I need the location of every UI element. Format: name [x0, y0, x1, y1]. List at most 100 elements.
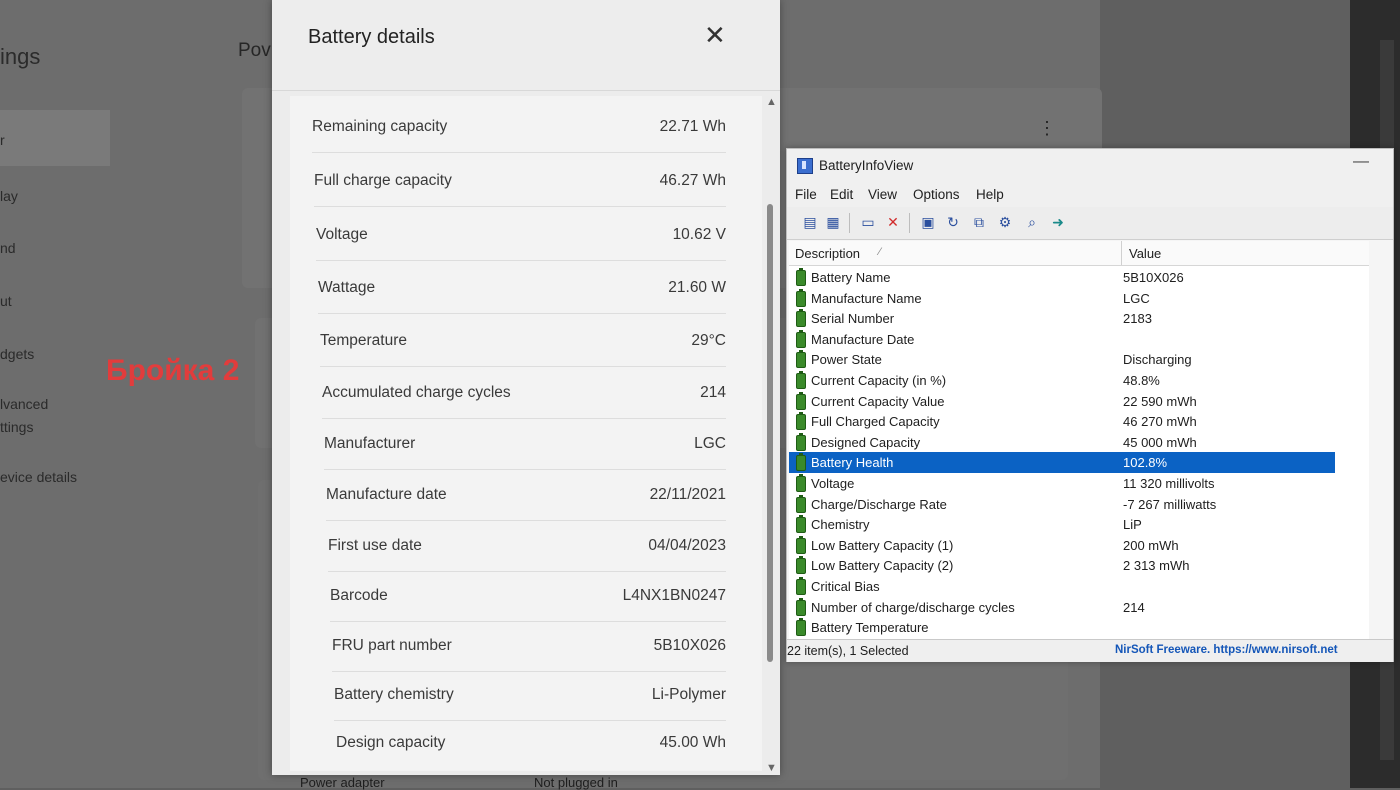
delete-icon[interactable]: ✕: [884, 213, 902, 231]
table-row[interactable]: Current Capacity Value 22 590 mWh: [789, 391, 1335, 412]
table-header: Description ⁄ Value: [789, 241, 1369, 266]
table-row[interactable]: Critical Bias: [789, 576, 1335, 597]
table-row[interactable]: Battery Name 5B10X026: [789, 267, 1335, 288]
html-report-icon[interactable]: ▭: [859, 213, 877, 231]
options-icon[interactable]: ⚙: [996, 213, 1014, 231]
row-value: 5B10X026: [1123, 270, 1184, 285]
table-row[interactable]: Chemistry LiP: [789, 514, 1335, 535]
menu-help[interactable]: Help: [976, 187, 1004, 202]
menu-edit[interactable]: Edit: [830, 187, 853, 202]
table-row[interactable]: Battery Temperature: [789, 617, 1335, 638]
detail-value: 45.00 Wh: [659, 734, 726, 751]
battery-icon: [796, 453, 806, 472]
nav-item[interactable]: lay: [0, 188, 18, 204]
menu-options[interactable]: Options: [913, 187, 960, 202]
row-value: 46 270 mWh: [1123, 414, 1197, 430]
battery-icon: [796, 432, 806, 451]
list-item: Temperature 29°C: [320, 314, 726, 367]
table-row[interactable]: Current Capacity (in %) 48.8%: [789, 370, 1335, 391]
table-row[interactable]: Designed Capacity 45 000 mWh: [789, 432, 1335, 453]
detail-label: Battery chemistry: [334, 686, 454, 703]
sort-indicator-icon: ⁄: [879, 246, 881, 258]
scroll-down-icon[interactable]: ▼: [766, 762, 777, 774]
detail-label: Voltage: [316, 226, 368, 243]
nav-item[interactable]: ut: [0, 293, 12, 309]
scroll-up-icon[interactable]: ▲: [766, 96, 777, 108]
detail-label: Manufacture date: [326, 486, 447, 503]
table-row[interactable]: Serial Number 2183: [789, 308, 1335, 329]
nav-item[interactable]: lvanced: [0, 396, 48, 412]
refresh-icon[interactable]: ↻: [944, 213, 962, 231]
battery-icon: [796, 329, 806, 348]
row-description: Critical Bias: [811, 579, 880, 594]
column-header-description[interactable]: Description: [795, 246, 860, 261]
row-value: 2183: [1123, 311, 1152, 327]
battery-details-title: Battery details: [308, 26, 435, 48]
list-item: Barcode L4NX1BN0247: [330, 569, 726, 622]
table-row[interactable]: Low Battery Capacity (1) 200 mWh: [789, 535, 1335, 556]
row-description: Current Capacity Value: [811, 393, 945, 409]
nav-item[interactable]: evice details: [0, 469, 77, 485]
table-row[interactable]: Manufacture Name LGC: [789, 288, 1335, 309]
nirsoft-link[interactable]: NirSoft Freeware. https://www.nirsoft.ne…: [1115, 644, 1338, 656]
detail-value: 04/04/2023: [648, 537, 726, 554]
settings-title-fragment: ings: [0, 44, 41, 69]
nav-item[interactable]: r: [0, 132, 5, 148]
minimize-icon[interactable]: —: [1353, 153, 1369, 171]
scroll-thumb[interactable]: [767, 204, 773, 662]
table-row[interactable]: Voltage 11 320 millivolts: [789, 473, 1335, 494]
kebab-icon[interactable]: ⋮: [1038, 118, 1056, 139]
row-description: Manufacture Date: [811, 331, 915, 347]
row-description: Battery Temperature: [811, 620, 929, 636]
battery-icon: [796, 577, 806, 595]
save-icon[interactable]: ▣: [919, 213, 937, 231]
column-separator[interactable]: [1121, 241, 1122, 265]
menu-view[interactable]: View: [868, 187, 897, 202]
copy-icon[interactable]: ▦: [824, 213, 842, 231]
row-value: Discharging: [1123, 352, 1192, 368]
find-icon[interactable]: ⌕: [1023, 213, 1041, 231]
row-description: Battery Health: [811, 455, 894, 471]
battery-icon: [796, 494, 806, 513]
detail-value: Li-Polymer: [651, 686, 726, 703]
copy-selected-icon[interactable]: ⧉: [970, 213, 988, 231]
table-row[interactable]: Power State Discharging: [789, 349, 1335, 370]
app-icon: [797, 158, 813, 174]
battery-icon: [796, 268, 806, 286]
detail-label: Full charge capacity: [314, 172, 452, 189]
battery-icon: [796, 474, 806, 492]
detail-label: FRU part number: [332, 637, 452, 654]
table-row-selected[interactable]: Battery Health 102.8%: [789, 452, 1335, 473]
battery-icon: [796, 515, 806, 534]
detail-value: 46.27 Wh: [659, 172, 726, 189]
nav-item[interactable]: ttings: [0, 419, 33, 435]
row-description: Number of charge/discharge cycles: [811, 599, 1015, 615]
table-row[interactable]: Number of charge/discharge cycles 214: [789, 597, 1335, 618]
toolbar-separator: [909, 213, 910, 233]
menu-file[interactable]: File: [795, 187, 817, 202]
detail-value: LGC: [694, 435, 726, 452]
table-row[interactable]: Low Battery Capacity (2) 2 313 mWh: [789, 555, 1335, 576]
detail-value: 22.71 Wh: [659, 118, 726, 135]
table-row[interactable]: Full Charged Capacity 46 270 mWh: [789, 411, 1335, 432]
list-item: Battery chemistry Li-Polymer: [334, 668, 726, 721]
annotation-label: Бройка 2: [106, 354, 240, 387]
exit-icon[interactable]: ➜: [1049, 213, 1067, 231]
nav-item[interactable]: dgets: [0, 346, 34, 362]
list-item: Remaining capacity 22.71 Wh: [312, 100, 726, 153]
nav-item[interactable]: nd: [0, 240, 16, 256]
row-description: Low Battery Capacity (1): [811, 537, 954, 553]
column-header-value[interactable]: Value: [1129, 246, 1161, 261]
battery-icon: [796, 618, 806, 637]
list-item: Accumulated charge cycles 214: [322, 366, 726, 419]
detail-value: 214: [700, 384, 726, 401]
detail-label: Accumulated charge cycles: [322, 384, 511, 401]
table-row[interactable]: Manufacture Date: [789, 329, 1335, 350]
row-description: Current Capacity (in %): [811, 373, 947, 388]
table-row[interactable]: Charge/Discharge Rate -7 267 milliwatts: [789, 494, 1335, 515]
scrollbar[interactable]: ▲ ▼: [764, 96, 778, 774]
close-icon[interactable]: ✕: [704, 20, 726, 51]
row-description: Voltage: [811, 476, 855, 491]
row-value: 45 000 mWh: [1123, 434, 1197, 450]
properties-icon[interactable]: ▤: [801, 213, 819, 231]
